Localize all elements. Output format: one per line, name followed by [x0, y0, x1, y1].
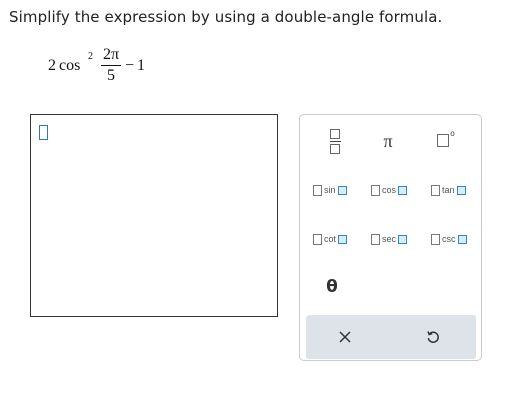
fraction-template-bar	[329, 140, 341, 142]
cos-slot-icon	[371, 184, 380, 196]
cot-button[interactable]: cot	[313, 230, 348, 248]
close-icon[interactable]	[334, 326, 356, 348]
sin-label: sin	[324, 185, 336, 195]
degree-symbol: o	[450, 129, 455, 138]
degree-template-icon[interactable]: o	[432, 127, 460, 153]
expression-minus: −	[125, 57, 135, 74]
cot-slot-icon	[313, 233, 322, 245]
csc-label: csc	[442, 234, 456, 244]
math-palette: π o sin cos tan cot sec csc θ	[299, 114, 482, 361]
fraction-denominator: 5	[107, 67, 115, 84]
tan-slot-icon	[431, 184, 440, 196]
fraction-denominator-slot	[330, 143, 340, 154]
cos-argument-slot-icon	[398, 185, 408, 195]
fraction-template-icon[interactable]	[324, 127, 346, 155]
answer-input[interactable]	[30, 114, 278, 317]
tan-argument-slot-icon	[456, 185, 466, 195]
pi-button[interactable]: π	[374, 129, 402, 153]
sec-label: sec	[382, 234, 397, 244]
sec-button[interactable]: sec	[371, 230, 408, 248]
palette-action-bar	[306, 315, 476, 359]
sin-button[interactable]: sin	[313, 181, 347, 199]
expression-function: cos	[59, 57, 81, 74]
question-instruction: Simplify the expression by using a doubl…	[9, 8, 443, 26]
sec-argument-slot-icon	[398, 234, 408, 244]
fraction-numerator-slot	[330, 128, 340, 139]
undo-icon[interactable]	[422, 326, 444, 348]
theta-button[interactable]: θ	[318, 275, 346, 299]
sin-argument-slot-icon	[337, 185, 347, 195]
fraction-bar	[101, 65, 121, 66]
tan-button[interactable]: tan	[431, 181, 466, 199]
expression-coefficient: 2	[48, 57, 56, 74]
cos-label: cos	[382, 185, 397, 195]
expression-constant: 1	[137, 57, 145, 74]
input-placeholder-box[interactable]	[39, 125, 48, 140]
fraction-numerator: 2π	[102, 46, 120, 63]
sec-slot-icon	[371, 233, 380, 245]
csc-argument-slot-icon	[457, 234, 467, 244]
cot-argument-slot-icon	[338, 234, 348, 244]
csc-slot-icon	[431, 233, 440, 245]
csc-button[interactable]: csc	[431, 230, 467, 248]
cos-button[interactable]: cos	[371, 181, 408, 199]
cot-label: cot	[324, 234, 337, 244]
degree-slot	[437, 133, 450, 147]
sin-slot-icon	[313, 184, 322, 196]
expression-exponent: 2	[88, 51, 93, 62]
tan-label: tan	[442, 185, 455, 195]
expression-fraction: 2π 5	[101, 46, 121, 85]
